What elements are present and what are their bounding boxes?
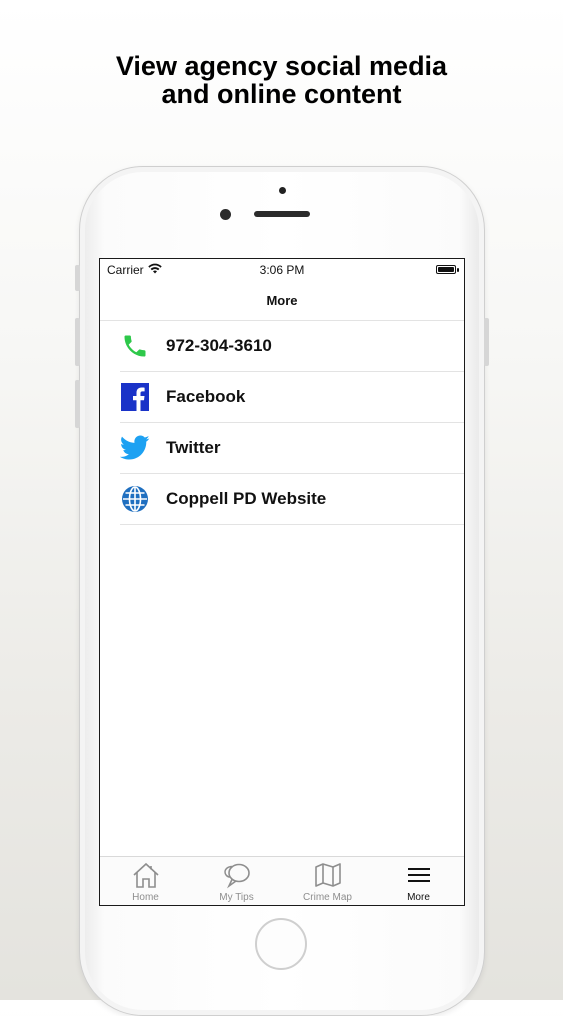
battery-cap [457, 268, 459, 272]
headline-line-1: View agency social media [115, 51, 448, 81]
earpiece-speaker [254, 211, 310, 217]
headline: View agency social media and online cont… [0, 52, 563, 108]
list-item-twitter[interactable]: Twitter [120, 423, 464, 474]
volume-up-button [75, 318, 80, 366]
list-item-label: 972-304-3610 [166, 336, 272, 355]
volume-down-button [75, 380, 80, 428]
headline-line-2: and online content [161, 79, 402, 109]
power-button [484, 318, 489, 366]
battery-icon [436, 265, 456, 274]
tab-bar: Home My Tips Crime Map More [100, 856, 464, 905]
twitter-icon [120, 433, 150, 463]
list-item-label: Twitter [166, 438, 221, 457]
phone-icon [120, 331, 150, 361]
list-item-phone[interactable]: 972-304-3610 [120, 321, 464, 372]
list-item-facebook[interactable]: Facebook [120, 372, 464, 423]
list-item-label: Facebook [166, 387, 246, 406]
tab-label: Home [132, 892, 159, 903]
phone-screen: Carrier 3:06 PM More 972-304-3610 Facebo… [99, 258, 465, 906]
tab-label: My Tips [219, 892, 254, 903]
navigation-bar: More [100, 281, 464, 321]
tab-home[interactable]: Home [100, 857, 191, 905]
list-item-website[interactable]: Coppell PD Website [120, 474, 464, 525]
tab-my-tips[interactable]: My Tips [191, 857, 282, 905]
mute-switch [75, 265, 80, 291]
facebook-icon [120, 382, 150, 412]
menu-icon [404, 861, 434, 889]
status-time: 3:06 PM [259, 263, 305, 277]
globe-icon [120, 484, 150, 514]
tab-label: Crime Map [303, 892, 352, 903]
status-bar: Carrier 3:06 PM [100, 259, 464, 281]
proximity-sensor [279, 187, 286, 194]
map-icon [313, 861, 343, 889]
list-item-label: Coppell PD Website [166, 489, 327, 508]
tab-crime-map[interactable]: Crime Map [282, 857, 373, 905]
page-title: More [266, 293, 298, 308]
tab-more[interactable]: More [373, 857, 464, 905]
home-icon [131, 861, 161, 889]
front-camera [220, 209, 231, 220]
tab-label: More [407, 892, 430, 903]
more-list: 972-304-3610 Facebook Twitter Coppell PD… [100, 321, 464, 525]
home-button[interactable] [255, 918, 307, 970]
chat-bubbles-icon [222, 861, 252, 889]
